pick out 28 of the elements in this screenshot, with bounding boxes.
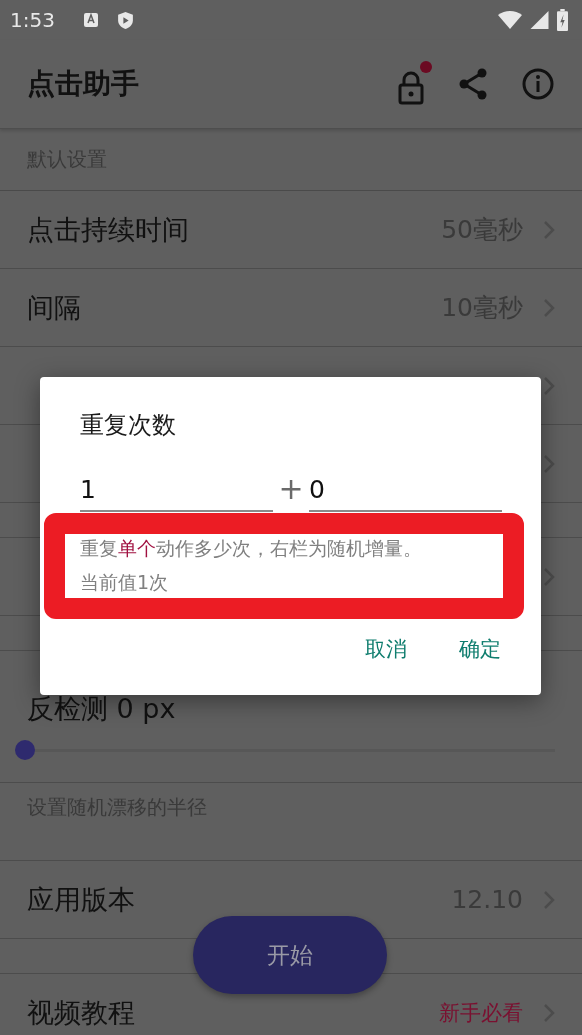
status-time: 1:53: [10, 8, 55, 32]
dialog-button[interactable]: 确定: [447, 625, 513, 673]
info-icon[interactable]: [522, 68, 554, 100]
start-button[interactable]: 开始: [193, 916, 387, 994]
dialog-title: 重复次数: [80, 410, 177, 441]
wifi-icon: [498, 11, 522, 29]
hint-text: 重复单个动作多少次，右栏为随机增量。 当前值1次: [79, 536, 423, 595]
battery-icon: [557, 9, 568, 31]
app-title: 点击助手: [27, 66, 139, 102]
chevron-icon: [543, 375, 555, 396]
dialog-button[interactable]: 取消: [353, 625, 419, 673]
plus-sign: +: [277, 471, 305, 508]
lock-icon: [398, 71, 424, 105]
keyboard-icon: [82, 12, 99, 28]
row-label: 应用版本: [27, 882, 135, 917]
share-icon[interactable]: [458, 68, 488, 100]
chevron-icon: [543, 453, 555, 474]
row-value: 新手必看: [439, 999, 523, 1027]
row-label: 间隔: [27, 290, 81, 325]
slider-thumb[interactable]: [15, 740, 35, 760]
row-label: 反检测 0 px: [27, 693, 176, 724]
signal-icon: [530, 11, 549, 29]
row-label: 点击持续时间: [27, 212, 189, 247]
lock-button[interactable]: [398, 61, 432, 105]
shield-play-icon: [116, 10, 134, 30]
chevron-icon: [543, 566, 555, 587]
slider-track[interactable]: [15, 740, 555, 760]
row-label: 视频教程: [27, 995, 135, 1030]
